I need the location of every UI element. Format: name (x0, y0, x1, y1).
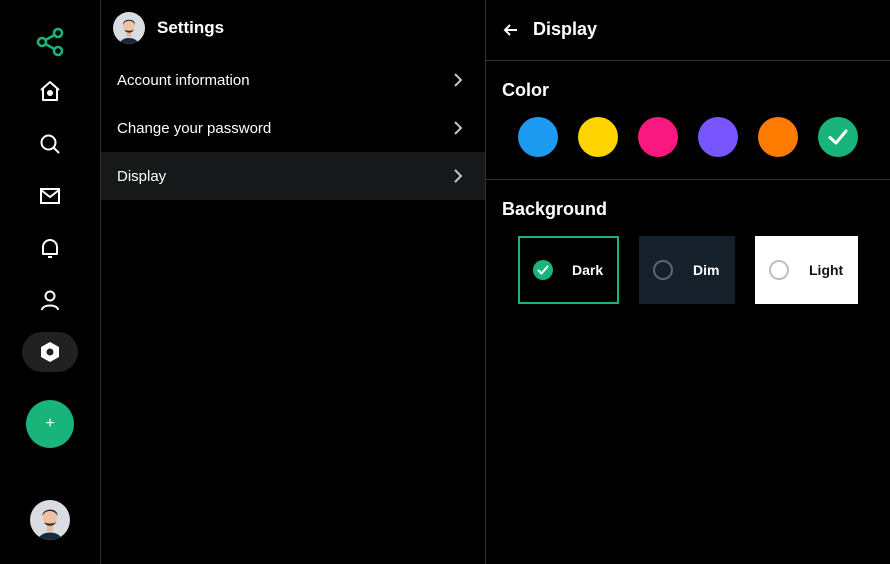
bell-icon (42, 239, 58, 258)
settings-title: Settings (157, 18, 225, 37)
user-icon (41, 290, 59, 311)
avatar[interactable] (113, 12, 145, 44)
chevron-right-icon (454, 73, 463, 87)
nav-notifications-button[interactable] (22, 228, 78, 268)
nav-explore-button[interactable] (22, 124, 78, 164)
nav-home-button[interactable] (22, 71, 78, 111)
share-nodes-icon (36, 27, 64, 57)
nav-messages-button[interactable] (22, 176, 78, 216)
radio-unchecked-icon (653, 260, 673, 280)
nav-connect-button[interactable] (22, 22, 78, 62)
color-swatch-pink[interactable] (638, 117, 678, 157)
nav-settings-button[interactable] (22, 332, 78, 372)
back-arrow-icon[interactable] (502, 21, 520, 39)
section-divider (486, 179, 890, 180)
mail-icon (40, 188, 60, 204)
color-swatch-yellow[interactable] (578, 117, 618, 157)
nav-profile-button[interactable] (22, 280, 78, 320)
color-swatch-purple[interactable] (698, 117, 738, 157)
background-option-dim[interactable]: Dim (639, 236, 735, 304)
background-option-label: Light (809, 262, 844, 278)
color-swatch-blue[interactable] (518, 117, 558, 157)
background-option-label: Dark (572, 262, 604, 278)
search-icon (40, 134, 60, 154)
color-swatch-orange[interactable] (758, 117, 798, 157)
color-swatch-green[interactable] (818, 117, 858, 157)
chevron-right-icon (454, 169, 463, 183)
background-option-label: Dim (693, 262, 720, 278)
radio-unchecked-icon (769, 260, 789, 280)
compose-label: + (45, 415, 55, 432)
display-header: Display (486, 0, 890, 61)
home-icon (40, 81, 60, 101)
background-option-dark[interactable]: Dark (518, 236, 619, 304)
settings-item-display[interactable]: Display (101, 152, 485, 200)
check-icon (828, 129, 848, 145)
nav-rail: + (0, 0, 101, 564)
color-section-title: Color (502, 80, 549, 100)
settings-header: Settings (113, 12, 224, 44)
avatar[interactable] (30, 500, 70, 540)
settings-item-label: Account information (117, 71, 250, 89)
settings-item-label: Display (117, 167, 167, 185)
radio-checked-icon (533, 260, 553, 280)
compose-button[interactable]: + (26, 400, 74, 448)
settings-item-account-information[interactable]: Account information (101, 56, 485, 104)
chevron-right-icon (454, 121, 463, 135)
display-panel: Display Color Background Dark Dim Light (486, 0, 890, 564)
background-option-light[interactable]: Light (755, 236, 858, 304)
color-swatches (518, 117, 858, 157)
settings-panel: Settings Account information Change your… (101, 0, 486, 564)
display-title: Display (533, 19, 598, 39)
settings-item-label: Change your password (117, 119, 272, 137)
settings-item-change-password[interactable]: Change your password (101, 104, 485, 152)
settings-hexagon-icon (41, 342, 59, 362)
background-section-title: Background (502, 199, 608, 219)
